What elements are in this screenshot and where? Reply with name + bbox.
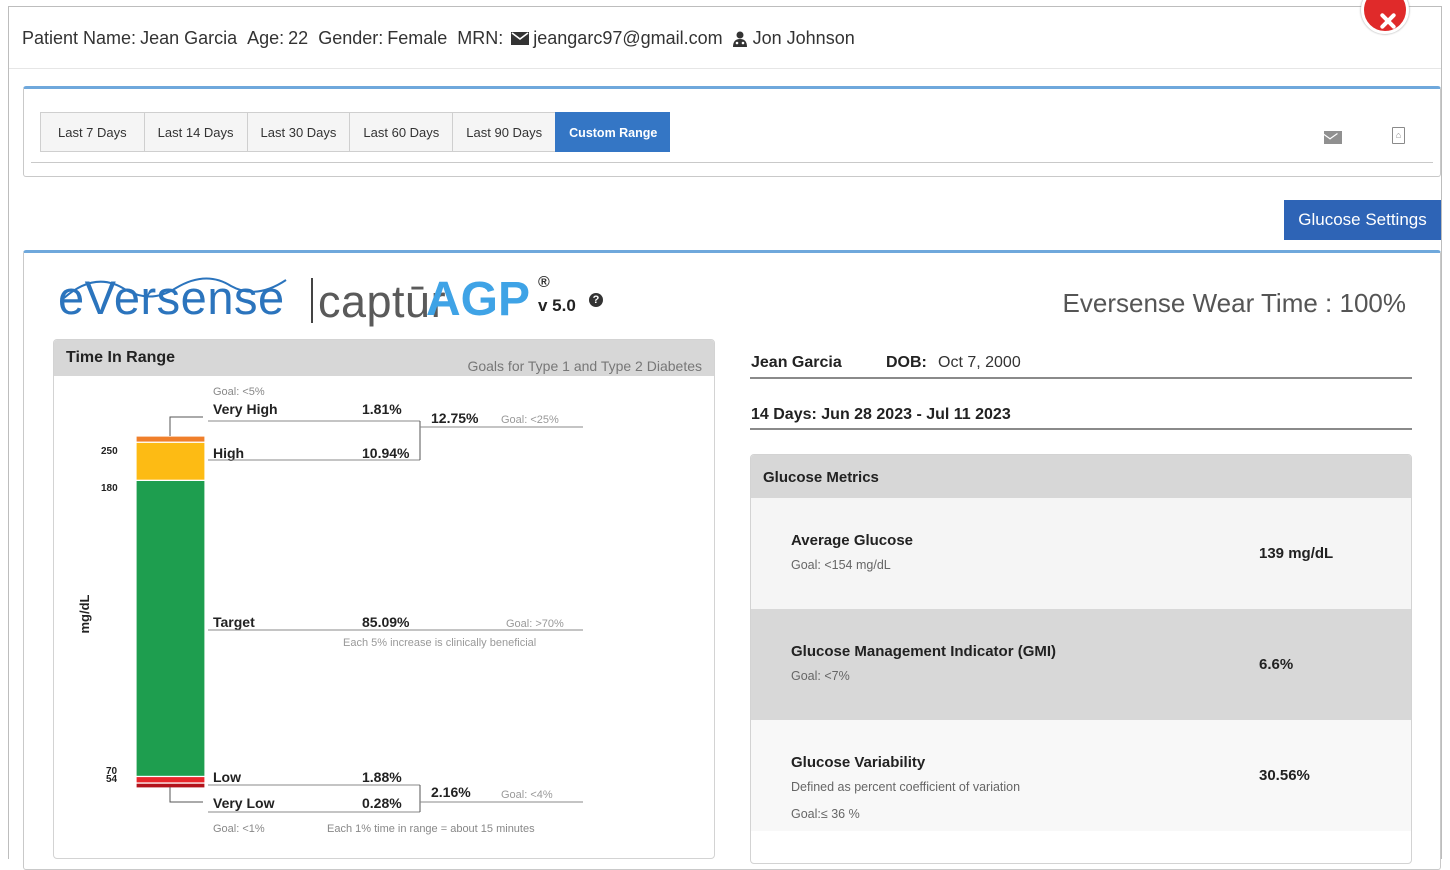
metric-goal: Goal: <7% [791, 669, 850, 683]
tir-segment-high [135, 441, 206, 482]
user-md-icon [732, 31, 747, 47]
tabs-divider [31, 162, 1433, 163]
minutes-note: Each 1% time in range = about 15 minutes [327, 823, 535, 835]
target-pct: 85.09% [362, 614, 410, 630]
tab-last-90-days[interactable]: Last 90 Days [452, 112, 556, 152]
threshold-250: 250 [101, 446, 118, 457]
glucose-metrics-panel: Glucose Metrics Average Glucose Goal: <1… [750, 454, 1412, 864]
very-high-label: Very High [213, 401, 278, 417]
metric-name: Glucose Management Indicator (GMI) [791, 643, 1057, 660]
tab-last-14-days[interactable]: Last 14 Days [143, 112, 247, 152]
patient-email: jeangarc97@gmail.com [533, 28, 723, 48]
metric-goal: Goal: <154 mg/dL [791, 558, 891, 572]
target-note: Each 5% increase is clinically beneficia… [343, 637, 536, 649]
details-dob-label: DOB: [886, 354, 927, 371]
high-combined-pct: 12.75% [431, 410, 479, 426]
tir-segment-target [135, 479, 206, 778]
patient-mrn-label: MRN: [457, 28, 504, 48]
logo-version: v 5.0 [538, 296, 576, 315]
tir-axis-label: mg/dL [77, 594, 92, 633]
details-date-range: 14 Days: Jun 28 2023 - Jul 11 2023 [751, 406, 1011, 423]
patient-age-label: Age: [247, 28, 285, 48]
date-range-tabs: Last 7 Days Last 14 Days Last 30 Days La… [40, 112, 671, 152]
patient-age: 22 [288, 28, 309, 48]
metric-name: Glucose Variability [791, 754, 926, 771]
envelope-icon [511, 32, 530, 45]
tir-segment-very-high [135, 435, 206, 443]
low-label: Low [213, 769, 241, 785]
threshold-180: 180 [101, 483, 118, 494]
low-combined-pct: 2.16% [431, 784, 471, 800]
logo-eversense-text: eVersense [58, 271, 285, 324]
very-low-goal: Goal: <1% [213, 823, 265, 835]
patient-name-label: Patient Name: [22, 28, 137, 48]
metric-row-average-glucose: Average Glucose Goal: <154 mg/dL 139 mg/… [751, 498, 1411, 609]
clinician-name: Jon Johnson [752, 28, 855, 48]
details-patient-name: Jean Garcia [751, 354, 842, 371]
date-range-card: Last 7 Days Last 14 Days Last 30 Days La… [23, 86, 1441, 177]
metric-row-glucose-variability: Glucose Variability Defined as percent c… [751, 720, 1411, 831]
tab-last-7-days[interactable]: Last 7 Days [40, 112, 144, 152]
target-goal: Goal: >70% [506, 618, 564, 630]
low-combined-goal: Goal: <4% [501, 789, 553, 801]
very-high-goal: Goal: <5% [213, 386, 265, 398]
tab-custom-range[interactable]: Custom Range [555, 112, 671, 152]
tir-stacked-bar [135, 435, 206, 789]
metric-value: 6.6% [1259, 656, 1294, 673]
patient-info-bar: Patient Name: Jean Garcia Age: 22 Gender… [22, 28, 859, 49]
logo-registered-mark: ® [538, 274, 550, 291]
high-label: High [213, 445, 244, 461]
high-combined-goal: Goal: <25% [501, 414, 559, 426]
threshold-54: 54 [106, 774, 118, 785]
logo-divider [311, 278, 313, 323]
metric-description: Defined as percent coefficient of variat… [791, 780, 1021, 794]
metric-name: Average Glucose [791, 532, 913, 549]
header-divider [9, 68, 1441, 69]
tir-segment-low [135, 775, 206, 784]
tab-last-60-days[interactable]: Last 60 Days [349, 112, 453, 152]
patient-name: Jean Garcia [140, 28, 238, 48]
metric-row-gmi: Glucose Management Indicator (GMI) Goal:… [751, 609, 1411, 720]
details-dob: Oct 7, 2000 [938, 354, 1021, 371]
glucose-metrics-title: Glucose Metrics [751, 455, 1411, 498]
details-divider-2 [750, 428, 1412, 430]
metric-value: 30.56% [1259, 767, 1310, 784]
details-divider-1 [750, 377, 1412, 379]
time-in-range-chart: mg/dL 250 180 70 54 Goal: <5% Very High … [77, 386, 583, 835]
pdf-icon[interactable]: ⌂ [1392, 127, 1405, 144]
tab-last-30-days[interactable]: Last 30 Days [246, 112, 350, 152]
logo-agp-text: AGP [426, 273, 531, 326]
high-pct: 10.94% [362, 445, 410, 461]
target-label: Target [213, 614, 255, 630]
patient-gender: Female [387, 28, 448, 48]
eversense-captur-agp-logo: eVersense captūr AGP ® v 5.0 [56, 268, 616, 338]
metric-goal: Goal:≤ 36 % [791, 807, 860, 821]
low-pct: 1.88% [362, 769, 402, 785]
wear-time-readout: Eversense Wear Time : 100% [1062, 288, 1406, 318]
glucose-settings-button[interactable]: Glucose Settings [1284, 200, 1441, 240]
very-low-pct: 0.28% [362, 795, 402, 811]
very-low-label: Very Low [213, 795, 275, 811]
patient-gender-label: Gender: [318, 28, 384, 48]
metric-value: 139 mg/dL [1259, 545, 1334, 562]
help-icon[interactable]: ? [589, 293, 603, 307]
email-report-icon[interactable] [1324, 131, 1342, 144]
very-high-pct: 1.81% [362, 401, 402, 417]
